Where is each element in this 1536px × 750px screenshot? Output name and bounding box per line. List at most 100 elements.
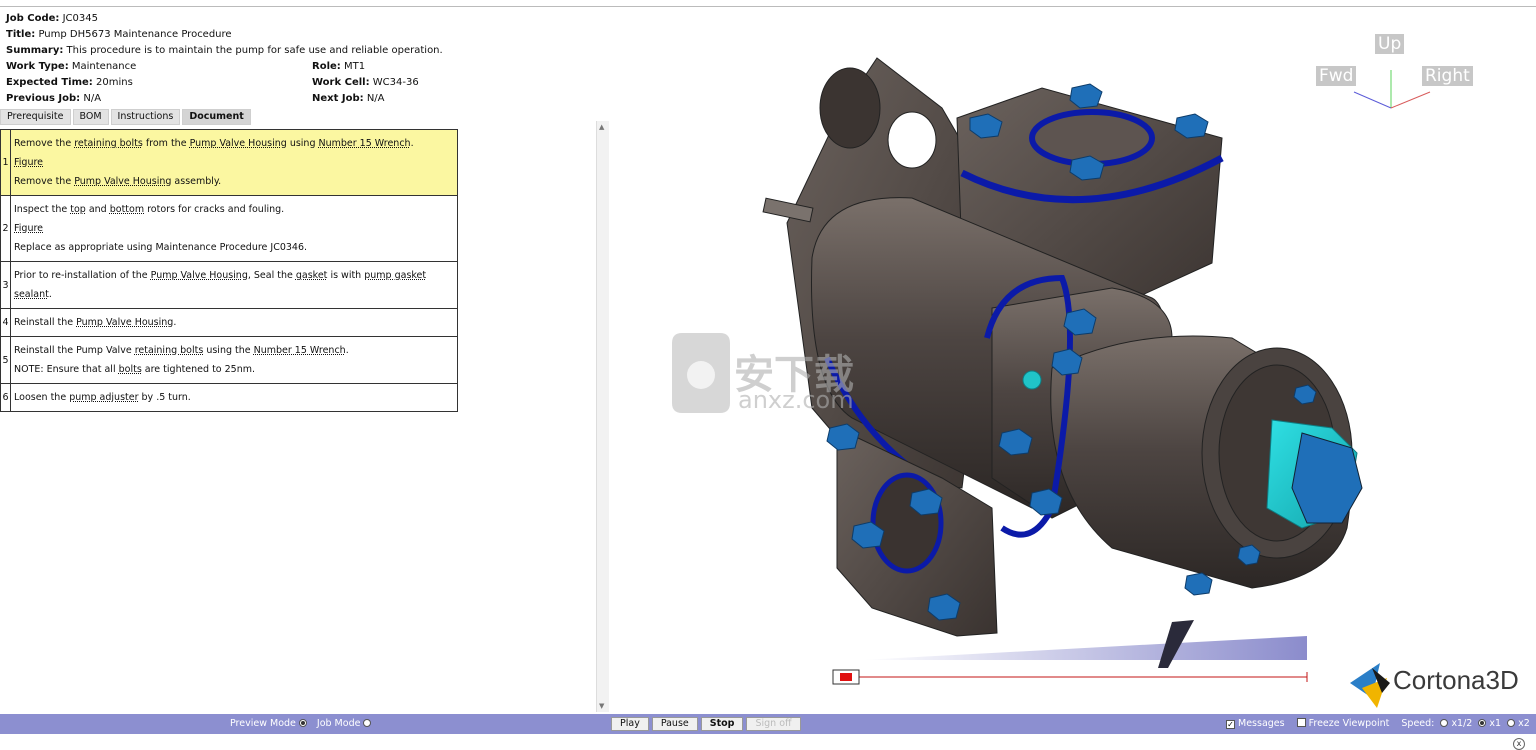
figure-link[interactable]: Figure: [14, 157, 43, 168]
steps-table: 1 Remove the retaining bolts from the Pu…: [0, 129, 458, 412]
part-link[interactable]: Pump Valve Housing: [151, 270, 248, 281]
job-mode-label: Job Mode: [316, 718, 361, 729]
speed-half-label: x1/2: [1451, 718, 1473, 729]
speed-1-radio[interactable]: [1478, 719, 1487, 727]
close-icon[interactable]: x: [1513, 738, 1525, 750]
job-code-value: JC0345: [62, 13, 98, 24]
part-link[interactable]: gasket: [296, 270, 328, 281]
stop-button[interactable]: Stop: [700, 717, 744, 731]
step-number: 5: [1, 337, 11, 383]
tab-bar: Prerequisite BOM Instructions Document: [0, 109, 251, 125]
step-text: .: [48, 289, 52, 300]
step-text: Remove the: [14, 138, 75, 149]
step-text: Inspect the: [14, 204, 71, 215]
step-text: , Seal the: [247, 270, 296, 281]
step-row-1[interactable]: 1 Remove the retaining bolts from the Pu…: [1, 130, 457, 195]
procedure-panel: Job Code: JC0345 Title: Pump DH5673 Main…: [0, 8, 612, 714]
job-mode-radio[interactable]: [363, 719, 372, 727]
step-text: from the: [142, 138, 190, 149]
step-text: rotors for cracks and fouling.: [144, 204, 285, 215]
step-number: 3: [1, 262, 11, 308]
step-text: Replace as appropriate using Maintenance…: [14, 242, 308, 253]
play-button[interactable]: Play: [611, 717, 649, 731]
cortona3d-brand: Cortona3D: [1393, 665, 1519, 695]
messages-option[interactable]: ✓ Messages: [1226, 718, 1285, 729]
step-text: .: [410, 138, 414, 149]
step-number: 1: [1, 130, 11, 195]
summary-label: Summary:: [6, 45, 64, 56]
speed-2-label: x2: [1518, 718, 1530, 729]
step-body: Loosen the pump adjuster by .5 turn.: [11, 384, 457, 411]
title-label: Title:: [6, 29, 36, 40]
step-row-2[interactable]: 2 Inspect the top and bottom rotors for …: [1, 195, 457, 261]
messages-checkbox[interactable]: ✓: [1226, 720, 1235, 729]
part-link[interactable]: Pump Valve Housing: [190, 138, 287, 149]
speed-half-radio[interactable]: [1440, 719, 1449, 727]
speed-label: Speed:: [1401, 718, 1435, 729]
freeze-viewpoint-checkbox[interactable]: [1296, 718, 1306, 727]
step-row-6[interactable]: 6 Loosen the pump adjuster by .5 turn.: [1, 383, 457, 411]
scroll-up-icon[interactable]: ▲: [599, 123, 604, 131]
expected-time-label: Expected Time:: [6, 77, 93, 88]
part-link[interactable]: pump adjuster: [69, 392, 138, 403]
steps-list: 1 Remove the retaining bolts from the Pu…: [0, 129, 597, 714]
part-link[interactable]: Pump Valve Housing: [76, 317, 173, 328]
summary-value: This procedure is to maintain the pump f…: [66, 45, 443, 56]
part-link[interactable]: retaining bolts: [74, 138, 143, 149]
step-text: .: [345, 345, 349, 356]
tab-document[interactable]: Document: [182, 109, 251, 125]
step-text: Reinstall the Pump Valve: [14, 345, 135, 356]
title-value: Pump DH5673 Maintenance Procedure: [38, 29, 232, 40]
preview-mode-option[interactable]: Preview Mode: [230, 718, 307, 729]
pause-button[interactable]: Pause: [651, 717, 698, 731]
tab-instructions[interactable]: Instructions: [110, 109, 181, 125]
part-link[interactable]: top: [70, 204, 86, 215]
step-text: Reinstall the: [14, 317, 77, 328]
job-mode-option[interactable]: Job Mode: [317, 718, 372, 729]
expected-time-value: 20mins: [96, 77, 133, 88]
step-body: Remove the retaining bolts from the Pump…: [11, 130, 457, 195]
work-cell-label: Work Cell:: [312, 77, 370, 88]
mode-selector: Preview Mode Job Mode: [230, 718, 372, 729]
job-code-label: Job Code:: [6, 13, 60, 24]
axis-right-label: Right: [1422, 66, 1473, 86]
speed-2-radio[interactable]: [1507, 719, 1516, 727]
tab-bom[interactable]: BOM: [72, 109, 109, 125]
control-bar: Preview Mode Job Mode Play Pause Stop Si…: [0, 714, 1536, 734]
role-value: MT1: [343, 61, 366, 72]
step-text: .: [173, 317, 177, 328]
figure-link[interactable]: Figure: [14, 223, 43, 234]
step-body: Reinstall the Pump Valve retaining bolts…: [11, 337, 457, 383]
messages-label: Messages: [1238, 718, 1285, 729]
steps-scrollbar[interactable]: ▲ ▼: [596, 121, 609, 712]
part-link[interactable]: Pump Valve Housing: [74, 176, 171, 187]
step-body: Prior to re-installation of the Pump Val…: [11, 262, 457, 308]
previous-job-value: N/A: [83, 93, 102, 104]
sign-off-button[interactable]: Sign off: [746, 717, 801, 731]
playback-buttons: Play Pause Stop Sign off: [611, 717, 801, 731]
cortona3d-logo-icon: [1350, 663, 1390, 708]
step-row-4[interactable]: 4 Reinstall the Pump Valve Housing.: [1, 308, 457, 336]
preview-mode-radio[interactable]: [298, 719, 307, 727]
freeze-viewpoint-option[interactable]: Freeze Viewpoint: [1296, 718, 1389, 729]
step-text: Loosen the: [14, 392, 70, 403]
tool-link[interactable]: Number 15 Wrench: [319, 138, 411, 149]
part-link[interactable]: bottom: [110, 204, 144, 215]
watermark-url: anxz.com: [738, 386, 854, 414]
tab-prerequisite[interactable]: Prerequisite: [0, 109, 71, 125]
scroll-down-icon[interactable]: ▼: [599, 702, 604, 710]
step-row-5[interactable]: 5 Reinstall the Pump Valve retaining bol…: [1, 336, 457, 383]
part-link[interactable]: retaining bolts: [135, 345, 204, 356]
speed-1-label: x1: [1489, 718, 1502, 729]
axis-fwd-label: Fwd: [1316, 66, 1357, 86]
axis-gizmo: [1353, 70, 1431, 109]
3d-viewer[interactable]: Up Fwd Right 安下载 anxz.com Cortona3D: [612, 8, 1536, 714]
next-job-value: N/A: [366, 93, 385, 104]
step-text: using: [286, 138, 319, 149]
step-text: are tightened to 25nm.: [141, 364, 256, 375]
step-text: by .5 turn.: [138, 392, 191, 403]
tool-link[interactable]: Number 15 Wrench: [254, 345, 346, 356]
step-body: Reinstall the Pump Valve Housing.: [11, 309, 457, 336]
part-link[interactable]: bolts: [119, 364, 142, 375]
step-row-3[interactable]: 3 Prior to re-installation of the Pump V…: [1, 261, 457, 308]
